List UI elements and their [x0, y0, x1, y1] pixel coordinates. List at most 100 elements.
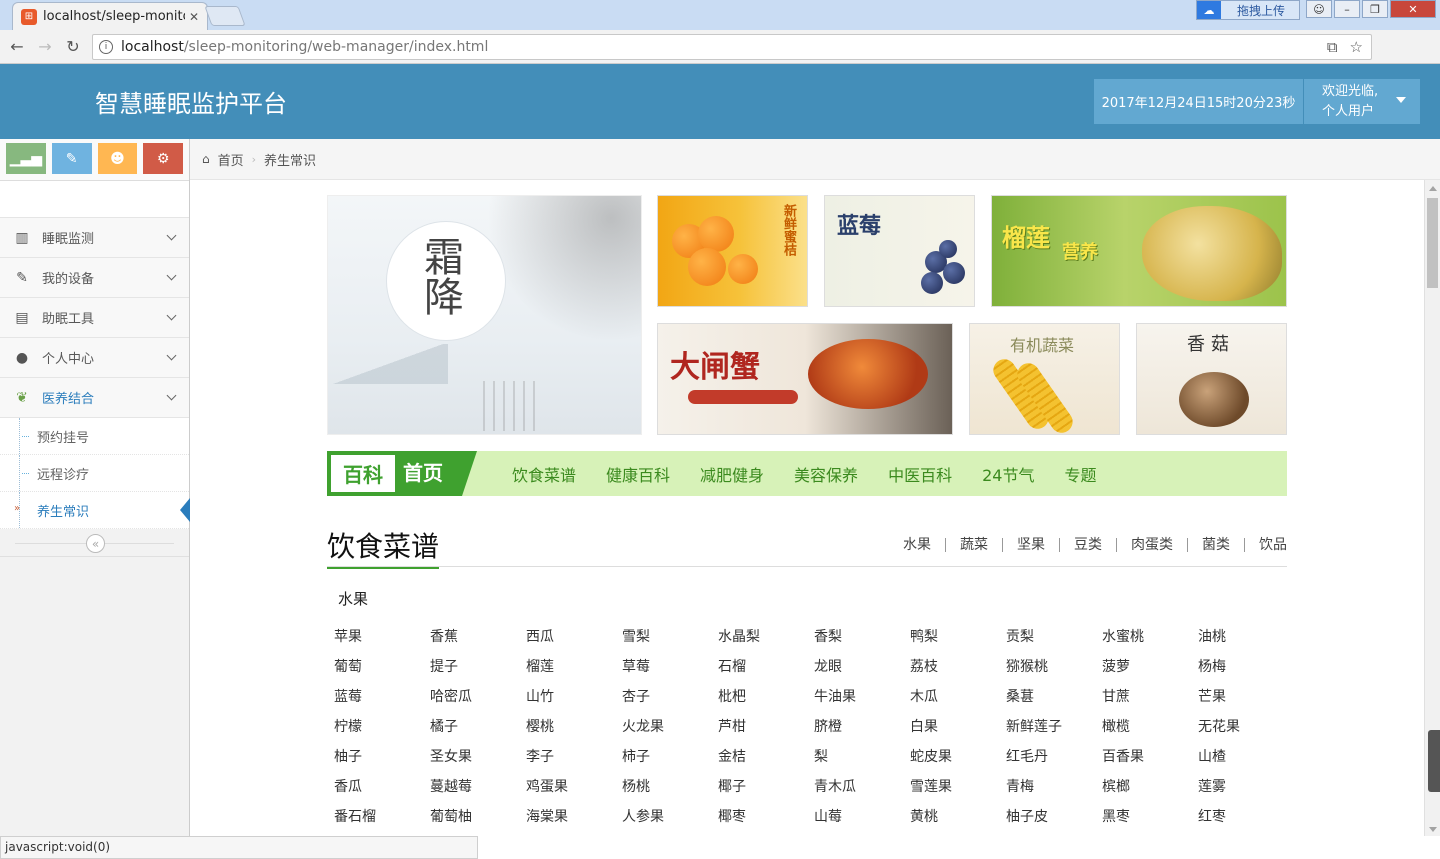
food-item-link[interactable]: 雪莲果: [910, 778, 1006, 796]
food-item-link[interactable]: 椰子: [718, 778, 814, 796]
edit-shortcut-button[interactable]: ✎: [51, 143, 92, 174]
food-item-link[interactable]: 木瓜: [910, 688, 1006, 706]
banner-durian[interactable]: 榴莲 营养: [991, 195, 1287, 307]
food-item-link[interactable]: 芒果: [1198, 688, 1294, 706]
food-item-link[interactable]: 槟榔: [1102, 778, 1198, 796]
food-item-link[interactable]: 白果: [910, 718, 1006, 736]
banner-orange[interactable]: 新鲜蜜桔: [657, 195, 808, 307]
food-item-link[interactable]: 草莓: [622, 658, 718, 676]
food-item-link[interactable]: 石榴: [718, 658, 814, 676]
food-item-link[interactable]: 青梅: [1006, 778, 1102, 796]
food-item-link[interactable]: 桑葚: [1006, 688, 1102, 706]
food-item-link[interactable]: 枇杷: [718, 688, 814, 706]
food-item-link[interactable]: 李子: [526, 748, 622, 766]
food-item-link[interactable]: 水蜜桃: [1102, 628, 1198, 646]
food-item-link[interactable]: 苹果: [334, 628, 430, 646]
food-item-link[interactable]: 红毛丹: [1006, 748, 1102, 766]
food-item-link[interactable]: 橘子: [430, 718, 526, 736]
food-item-link[interactable]: 新鲜莲子: [1006, 718, 1102, 736]
signal-shortcut-button[interactable]: ▁▃▅: [6, 143, 46, 174]
sidebar-item-personal-center[interactable]: ● 个人中心: [0, 338, 189, 378]
sidebar-item-sleep-monitor[interactable]: ▥ 睡眠监测: [0, 218, 189, 258]
food-item-link[interactable]: 菠萝: [1102, 658, 1198, 676]
food-item-link[interactable]: 甘蔗: [1102, 688, 1198, 706]
food-item-link[interactable]: 葡萄: [334, 658, 430, 676]
bookmark-star-icon[interactable]: ☆: [1350, 38, 1363, 56]
food-item-link[interactable]: 红枣: [1198, 808, 1294, 826]
food-item-link[interactable]: 鸭梨: [910, 628, 1006, 646]
translate-icon[interactable]: ⧉: [1327, 38, 1338, 56]
banner-mushroom[interactable]: 香菇: [1136, 323, 1287, 435]
breadcrumb-home-link[interactable]: 首页: [218, 150, 244, 169]
food-item-link[interactable]: 水晶梨: [718, 628, 814, 646]
minimize-icon[interactable]: –: [1334, 0, 1360, 18]
scroll-up-icon[interactable]: [1429, 186, 1437, 191]
user-menu[interactable]: 欢迎光临, 个人用户: [1304, 79, 1420, 124]
url-input[interactable]: i localhost/sleep-monitoring/web-manager…: [92, 34, 1372, 60]
food-item-link[interactable]: 雪梨: [622, 628, 718, 646]
food-item-link[interactable]: 荔枝: [910, 658, 1006, 676]
sidebar-item-medical-care[interactable]: ❦ 医养结合: [0, 378, 189, 418]
nav-link-tcm[interactable]: 中医百科: [888, 462, 952, 486]
scroll-down-icon[interactable]: [1429, 827, 1437, 832]
section-tab[interactable]: 坚果: [1003, 538, 1060, 552]
forward-icon[interactable]: →: [34, 37, 56, 56]
food-item-link[interactable]: 脐橙: [814, 718, 910, 736]
submenu-item-health-knowledge[interactable]: » 养生常识: [0, 492, 190, 529]
food-item-link[interactable]: 梨: [814, 748, 910, 766]
collapse-sidebar-button[interactable]: «: [86, 534, 105, 553]
food-item-link[interactable]: 柚子: [334, 748, 430, 766]
nav-link-fitness[interactable]: 减肥健身: [700, 462, 764, 486]
food-item-link[interactable]: 柚子皮: [1006, 808, 1102, 826]
food-item-link[interactable]: 柠檬: [334, 718, 430, 736]
food-item-link[interactable]: 鸡蛋果: [526, 778, 622, 796]
banner-crab[interactable]: 大闸蟹: [657, 323, 953, 435]
food-item-link[interactable]: 黄桃: [910, 808, 1006, 826]
food-item-link[interactable]: 黑枣: [1102, 808, 1198, 826]
tab-close-icon[interactable]: ✕: [189, 10, 199, 24]
food-item-link[interactable]: 牛油果: [814, 688, 910, 706]
food-item-link[interactable]: 龙眼: [814, 658, 910, 676]
food-item-link[interactable]: 香蕉: [430, 628, 526, 646]
new-tab-button[interactable]: [204, 6, 246, 26]
food-item-link[interactable]: 椰枣: [718, 808, 814, 826]
food-item-link[interactable]: 山莓: [814, 808, 910, 826]
food-item-link[interactable]: 提子: [430, 658, 526, 676]
section-tab[interactable]: 水果: [889, 538, 946, 552]
users-shortcut-button[interactable]: ☻: [97, 143, 138, 174]
section-tab[interactable]: 饮品: [1245, 538, 1287, 552]
food-item-link[interactable]: 蔓越莓: [430, 778, 526, 796]
reload-icon[interactable]: ↻: [62, 37, 84, 56]
submenu-item-appointment[interactable]: 预约挂号: [0, 418, 189, 455]
nav-link-beauty[interactable]: 美容保养: [794, 462, 858, 486]
user-window-icon[interactable]: ☺: [1306, 0, 1332, 18]
food-item-link[interactable]: 金桔: [718, 748, 814, 766]
scrollbar-thumb[interactable]: [1427, 198, 1438, 288]
submenu-item-remote-diagnosis[interactable]: 远程诊疗: [0, 455, 189, 492]
food-item-link[interactable]: 哈密瓜: [430, 688, 526, 706]
info-icon[interactable]: i: [99, 40, 113, 54]
section-tab[interactable]: 豆类: [1060, 538, 1117, 552]
food-item-link[interactable]: 香梨: [814, 628, 910, 646]
food-item-link[interactable]: 圣女果: [430, 748, 526, 766]
food-item-link[interactable]: 柿子: [622, 748, 718, 766]
section-tab[interactable]: 肉蛋类: [1117, 538, 1188, 552]
banner-frost-descent[interactable]: 霜降: [327, 195, 642, 435]
food-item-link[interactable]: 人参果: [622, 808, 718, 826]
section-tab[interactable]: 蔬菜: [946, 538, 1003, 552]
food-item-link[interactable]: 芦柑: [718, 718, 814, 736]
nav-link-topics[interactable]: 专题: [1064, 462, 1096, 486]
food-item-link[interactable]: 百香果: [1102, 748, 1198, 766]
food-item-link[interactable]: 山竹: [526, 688, 622, 706]
banner-corn[interactable]: 有机蔬菜: [969, 323, 1120, 435]
upload-button[interactable]: ☁ 拖拽上传: [1196, 0, 1300, 20]
food-item-link[interactable]: 杏子: [622, 688, 718, 706]
maximize-icon[interactable]: ❐: [1362, 0, 1388, 18]
food-item-link[interactable]: 蛇皮果: [910, 748, 1006, 766]
food-item-link[interactable]: 番石榴: [334, 808, 430, 826]
food-item-link[interactable]: 贡梨: [1006, 628, 1102, 646]
sidebar-item-my-devices[interactable]: ✎ 我的设备: [0, 258, 189, 298]
food-item-link[interactable]: 葡萄柚: [430, 808, 526, 826]
nav-link-health[interactable]: 健康百科: [606, 462, 670, 486]
food-item-link[interactable]: 香瓜: [334, 778, 430, 796]
